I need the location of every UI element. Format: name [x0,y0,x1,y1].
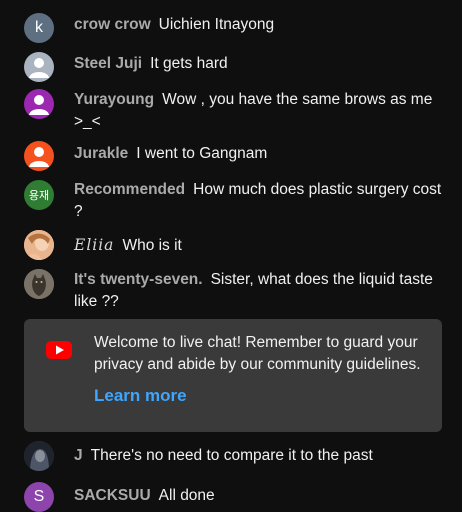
message-text: There's no need to compare it to the pas… [90,447,373,464]
message-text: It gets hard [150,55,228,72]
avatar[interactable] [24,52,54,82]
profile-photo-icon [24,441,54,471]
avatar-letter: 용재 [28,190,50,202]
default-user-icon [29,58,49,78]
message-author[interactable]: Yurayoung [74,91,154,108]
profile-photo-icon [24,230,54,260]
message-author[interactable]: J [74,447,83,464]
banner-text: Welcome to live chat! Remember to guard … [94,334,421,373]
avatar[interactable] [24,441,54,471]
avatar[interactable] [24,141,54,171]
avatar-letter: S [33,488,45,505]
default-user-icon [29,147,49,167]
message-text: Who is it [122,237,182,254]
avatar[interactable]: 용재 [24,180,54,210]
avatar-letter: k [35,19,43,36]
avatar[interactable]: S [24,482,54,512]
avatar[interactable] [24,89,54,119]
message-text: I went to Gangnam [136,145,268,162]
message-author[interactable]: SACKSUU [74,487,151,504]
message-text: Uichien Itnayong [158,16,275,33]
message-author[interactable]: Steel Juji [74,55,142,72]
message-author[interactable]: It's twenty-seven. [74,271,203,288]
avatar[interactable]: k [24,13,54,43]
cat-photo-icon [24,269,54,299]
message-author[interactable]: Jurakle [74,145,128,162]
learn-more-link[interactable]: Learn more [94,386,187,406]
message-text: All done [158,487,215,504]
avatar[interactable] [24,269,54,299]
message-author[interactable]: Eliia [74,236,114,254]
avatar[interactable] [24,230,54,260]
youtube-icon [46,341,72,364]
message-author[interactable]: Recommended [74,181,185,198]
default-user-icon [29,95,49,115]
welcome-banner: Welcome to live chat! Remember to guard … [24,319,442,432]
message-author[interactable]: crow crow [74,16,151,33]
